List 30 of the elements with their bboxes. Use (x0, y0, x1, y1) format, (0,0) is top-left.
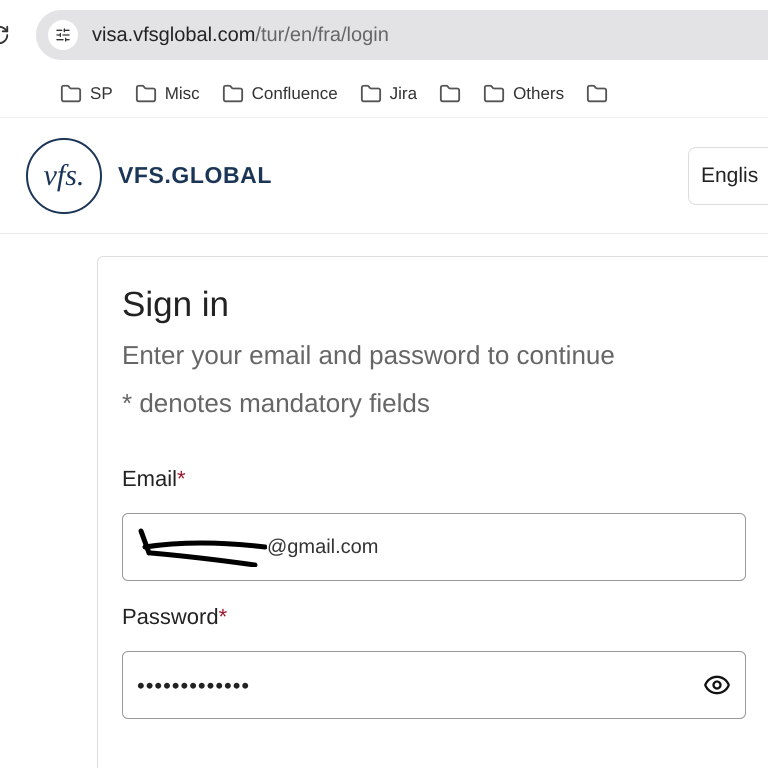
folder-icon (439, 82, 462, 104)
field-value: ••••••••••••• (137, 672, 250, 700)
address-bar[interactable]: visa.vfsglobal.com/tur/en/fra/login (36, 10, 768, 60)
language-selector[interactable]: Englis (688, 146, 768, 204)
field-label: Email* (122, 465, 187, 493)
folder-icon (222, 82, 244, 104)
form-subtitle: Enter your email and password to continue (122, 339, 616, 372)
vfs-logo: vfs. (26, 138, 102, 214)
bookmark-folder[interactable]: Confluence (222, 80, 338, 106)
folder-icon (360, 82, 382, 104)
folder-icon (483, 82, 506, 104)
bookmark-folder[interactable]: Jira (360, 80, 418, 106)
bookmark-folder[interactable] (439, 82, 462, 104)
field-value: @gmail.com (267, 535, 378, 560)
bookmark-folder[interactable]: Misc (134, 80, 200, 106)
folder-icon (134, 82, 157, 104)
folder-icon (60, 82, 82, 104)
bookmark-folder[interactable] (586, 82, 608, 104)
field-label: Password* (122, 603, 228, 631)
mandatory-note: * denotes mandatory fields (122, 387, 431, 420)
site-info-button[interactable] (48, 20, 78, 50)
sliders-icon (55, 27, 71, 43)
bookmark-folder[interactable]: SP (60, 80, 113, 106)
password-field[interactable]: ••••••••••••• (122, 651, 746, 719)
folder-icon (586, 82, 608, 104)
bookmark-folder[interactable]: Others (483, 80, 564, 106)
email-field[interactable]: @gmail.com (122, 513, 746, 581)
brand-name: VFS.GLOBAL (118, 161, 272, 190)
form-title: Sign in (122, 284, 230, 326)
url-text: visa.vfsglobal.com/tur/en/fra/login (92, 23, 389, 48)
